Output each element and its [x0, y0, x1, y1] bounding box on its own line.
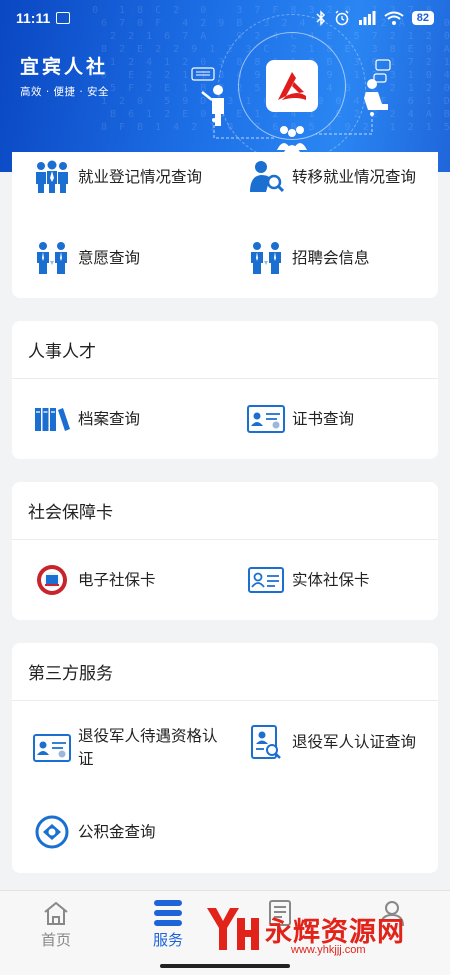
- people-pair-icon: [32, 241, 72, 275]
- people-pair-icon: [246, 241, 286, 275]
- service-willingness-query[interactable]: 意愿查询: [32, 241, 140, 275]
- third-party-card: 第三方服务 退役军人待遇资格认证 退役军人认证查询 公积金查询: [12, 643, 438, 873]
- item-label: 就业登记情况查询: [78, 167, 203, 186]
- item-label: 公积金查询: [78, 822, 156, 841]
- tab-home[interactable]: 首页: [16, 897, 96, 950]
- employment-card: 就业登记情况查询 转移就业情况查询 意愿查询 招聘会信息: [12, 152, 438, 298]
- tab-label: 首页: [40, 931, 71, 949]
- section-title: 人事人才: [12, 321, 438, 379]
- service-certificate-query[interactable]: 证书查询: [246, 402, 354, 436]
- app-logo: [266, 60, 318, 112]
- service-veteran-certification-query[interactable]: 退役军人认证查询: [246, 725, 416, 759]
- personnel-card: 人事人才 档案查询 证书查询: [12, 321, 438, 459]
- service-electronic-social-card[interactable]: 电子社保卡: [32, 563, 156, 597]
- app-name: 宜宾人社: [20, 56, 109, 78]
- home-indicator[interactable]: [160, 964, 290, 968]
- item-label: 退役军人认证查询: [292, 732, 417, 751]
- watermark-text: 永辉资源网: [265, 916, 405, 948]
- binders-icon: [32, 402, 72, 436]
- watermark-logo-icon: [207, 908, 259, 950]
- watermark: 永辉资源网 www.yhkjjj.com: [203, 904, 405, 956]
- veteran-certificate-icon: [32, 731, 72, 765]
- person-search-icon: [246, 160, 286, 194]
- status-bar: 11:11 82: [0, 0, 450, 36]
- id-card-icon: [246, 563, 286, 597]
- header-banner: 0 1 8 C 2 0 3 7 F 8 3 2 0 1 2 7 8 6 7 0 …: [0, 0, 450, 172]
- service-employment-registration-query[interactable]: 就业登记情况查询: [32, 160, 202, 194]
- section-title: 社会保障卡: [12, 482, 438, 540]
- document-search-icon: [246, 725, 286, 759]
- signal-icon: [358, 11, 376, 25]
- item-label: 意愿查询: [78, 248, 141, 267]
- watermark-url: www.yhkjjj.com: [291, 944, 366, 956]
- tab-label: 服务: [152, 931, 183, 949]
- tab-services[interactable]: 服务: [128, 897, 208, 950]
- housing-fund-icon: [32, 815, 72, 849]
- service-veteran-benefit-certification[interactable]: 退役军人待遇资格认证: [32, 725, 226, 771]
- gesture-bar: [0, 958, 450, 975]
- home-icon: [44, 901, 68, 925]
- status-time: 11:11: [16, 10, 51, 26]
- item-label: 档案查询: [78, 409, 141, 428]
- service-housing-fund-query[interactable]: 公积金查询: [32, 815, 156, 849]
- notification-icon: [56, 12, 71, 24]
- item-label: 招聘会信息: [292, 248, 370, 267]
- service-physical-social-card[interactable]: 实体社保卡: [246, 563, 370, 597]
- app-slogan: 高效 · 便捷 · 安全: [20, 86, 110, 98]
- service-job-fair-info[interactable]: 招聘会信息: [246, 241, 370, 275]
- logo-mark-icon: [278, 72, 306, 100]
- section-title: 第三方服务: [12, 643, 438, 701]
- social-card-seal-icon: [32, 563, 72, 597]
- service-transfer-employment-query[interactable]: 转移就业情况查询: [246, 160, 416, 194]
- item-label: 证书查询: [292, 409, 355, 428]
- wifi-icon: [384, 11, 404, 25]
- alarm-icon: [335, 10, 349, 26]
- item-label: 实体社保卡: [292, 570, 370, 589]
- service-archive-query[interactable]: 档案查询: [32, 402, 140, 436]
- item-label: 退役军人待遇资格认证: [78, 727, 218, 768]
- menu-icon: [154, 900, 182, 926]
- hero-person-phone-icon: [364, 59, 391, 110]
- social-card-card: 社会保障卡 电子社保卡 实体社保卡: [12, 482, 438, 620]
- battery-indicator: 82: [411, 11, 434, 25]
- certificate-icon: [246, 402, 286, 436]
- brand-block: 宜宾人社 高效 · 便捷 · 安全: [20, 52, 109, 99]
- hero-connector-lines: [212, 112, 374, 139]
- people-group-icon: [32, 160, 72, 194]
- item-label: 转移就业情况查询: [292, 167, 417, 186]
- item-label: 电子社保卡: [78, 570, 156, 589]
